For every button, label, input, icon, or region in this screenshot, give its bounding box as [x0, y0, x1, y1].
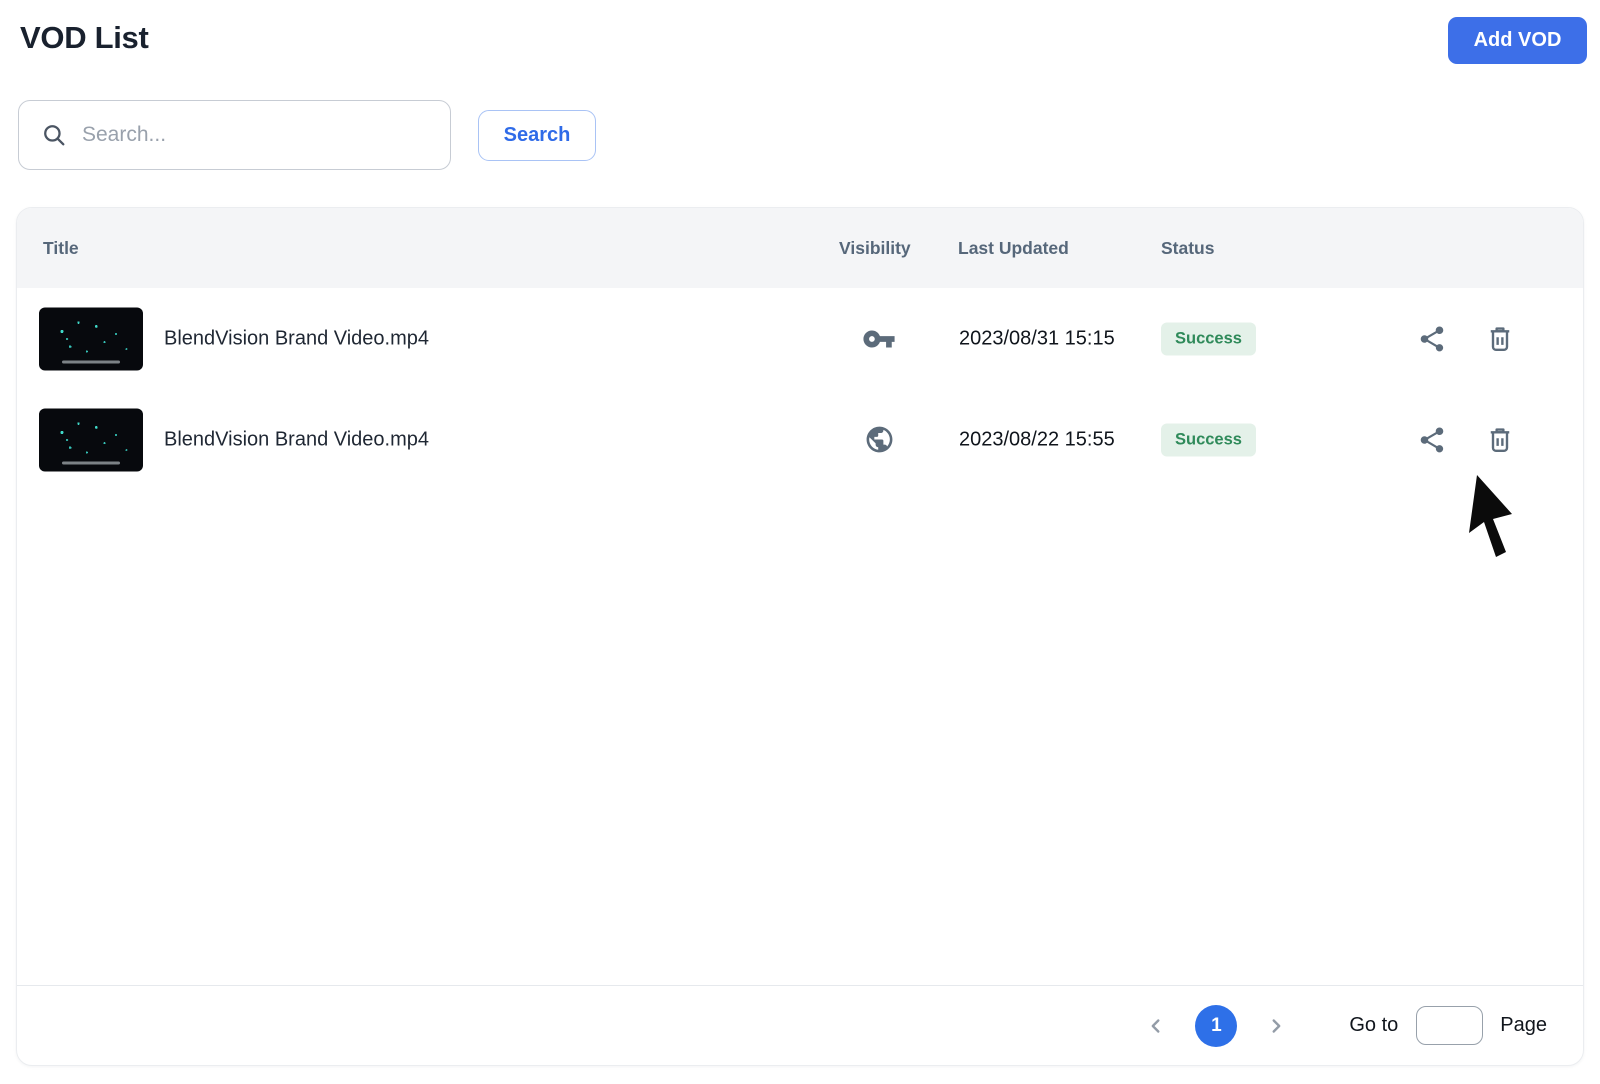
status-badge: Success [1161, 322, 1256, 355]
add-vod-button[interactable]: Add VOD [1448, 17, 1587, 64]
table-row[interactable]: BlendVision Brand Video.mp4 2023/08/31 1… [17, 288, 1583, 389]
page-label: Page [1500, 1014, 1547, 1037]
trash-icon [1485, 324, 1515, 354]
vod-table: Title Visibility Last Updated Status Ble… [16, 207, 1584, 1066]
page-number-button[interactable]: 1 [1195, 1005, 1237, 1047]
page-title: VOD List [20, 20, 149, 56]
last-updated-value: 2023/08/22 15:55 [959, 428, 1115, 451]
column-header-last-updated: Last Updated [958, 208, 1069, 288]
search-button[interactable]: Search [478, 110, 596, 161]
pagination-bar: 1 Go to Page [17, 985, 1583, 1065]
search-input[interactable] [82, 123, 432, 147]
goto-label: Go to [1349, 1014, 1398, 1037]
column-header-title: Title [43, 208, 79, 288]
share-button[interactable] [1415, 423, 1449, 457]
video-title: BlendVision Brand Video.mp4 [164, 428, 429, 451]
video-thumbnail [39, 408, 143, 471]
delete-button[interactable] [1483, 423, 1517, 457]
share-button[interactable] [1415, 322, 1449, 356]
vod-list-page: VOD List Add VOD Search Title Visibility… [0, 0, 1600, 1084]
share-icon [1417, 324, 1447, 354]
chevron-left-icon [1145, 1015, 1167, 1037]
next-page-button[interactable] [1261, 1011, 1291, 1041]
delete-button[interactable] [1483, 322, 1517, 356]
column-header-status: Status [1161, 208, 1214, 288]
column-header-visibility: Visibility [839, 208, 911, 288]
last-updated-value: 2023/08/31 15:15 [959, 327, 1115, 350]
goto-page-input[interactable] [1416, 1006, 1483, 1045]
video-title: BlendVision Brand Video.mp4 [164, 327, 429, 350]
thumbnail-caption-bar [62, 461, 120, 464]
status-badge: Success [1161, 423, 1256, 456]
search-icon [41, 122, 67, 148]
thumbnail-caption-bar [62, 360, 120, 363]
trash-icon [1485, 425, 1515, 455]
previous-page-button[interactable] [1141, 1011, 1171, 1041]
key-icon [862, 322, 896, 356]
chevron-right-icon [1265, 1015, 1287, 1037]
video-thumbnail [39, 307, 143, 370]
table-header: Title Visibility Last Updated Status [17, 208, 1583, 288]
share-icon [1417, 425, 1447, 455]
table-empty-area [17, 490, 1583, 985]
table-row[interactable]: BlendVision Brand Video.mp4 2023/08/22 1… [17, 389, 1583, 490]
globe-icon [862, 423, 896, 457]
search-box [18, 100, 451, 170]
